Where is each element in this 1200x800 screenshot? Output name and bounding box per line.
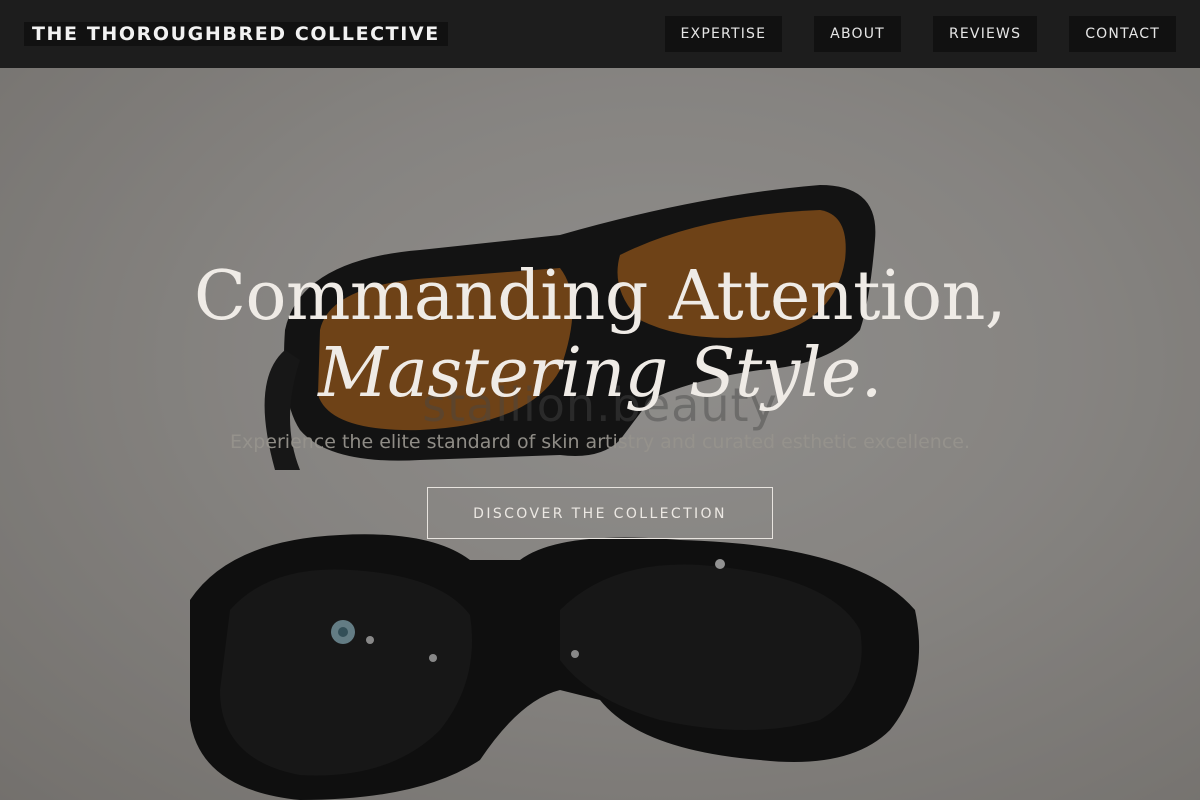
hero-headline-line1: Commanding Attention, [193,257,1007,336]
hero-subtitle: Experience the elite standard of skin ar… [229,431,971,453]
discover-collection-button[interactable]: DISCOVER THE COLLECTION [427,487,773,539]
main-nav: EXPERTISE ABOUT REVIEWS CONTACT [664,16,1176,52]
hero-section: Commanding Attention, Mastering Style. E… [0,255,1200,539]
hero-headline-line2: Mastering Style. [318,334,882,413]
nav-item-contact[interactable]: CONTACT [1069,16,1176,52]
nav-item-expertise[interactable]: EXPERTISE [664,16,783,52]
nav-item-reviews[interactable]: REVIEWS [932,16,1038,52]
brand-logo-text[interactable]: THE THOROUGHBRED COLLECTIVE [24,22,448,46]
nav-item-about[interactable]: ABOUT [814,16,901,52]
page: THE THOROUGHBRED COLLECTIVE EXPERTISE AB… [0,0,1200,800]
site-header: THE THOROUGHBRED COLLECTIVE EXPERTISE AB… [0,0,1200,68]
